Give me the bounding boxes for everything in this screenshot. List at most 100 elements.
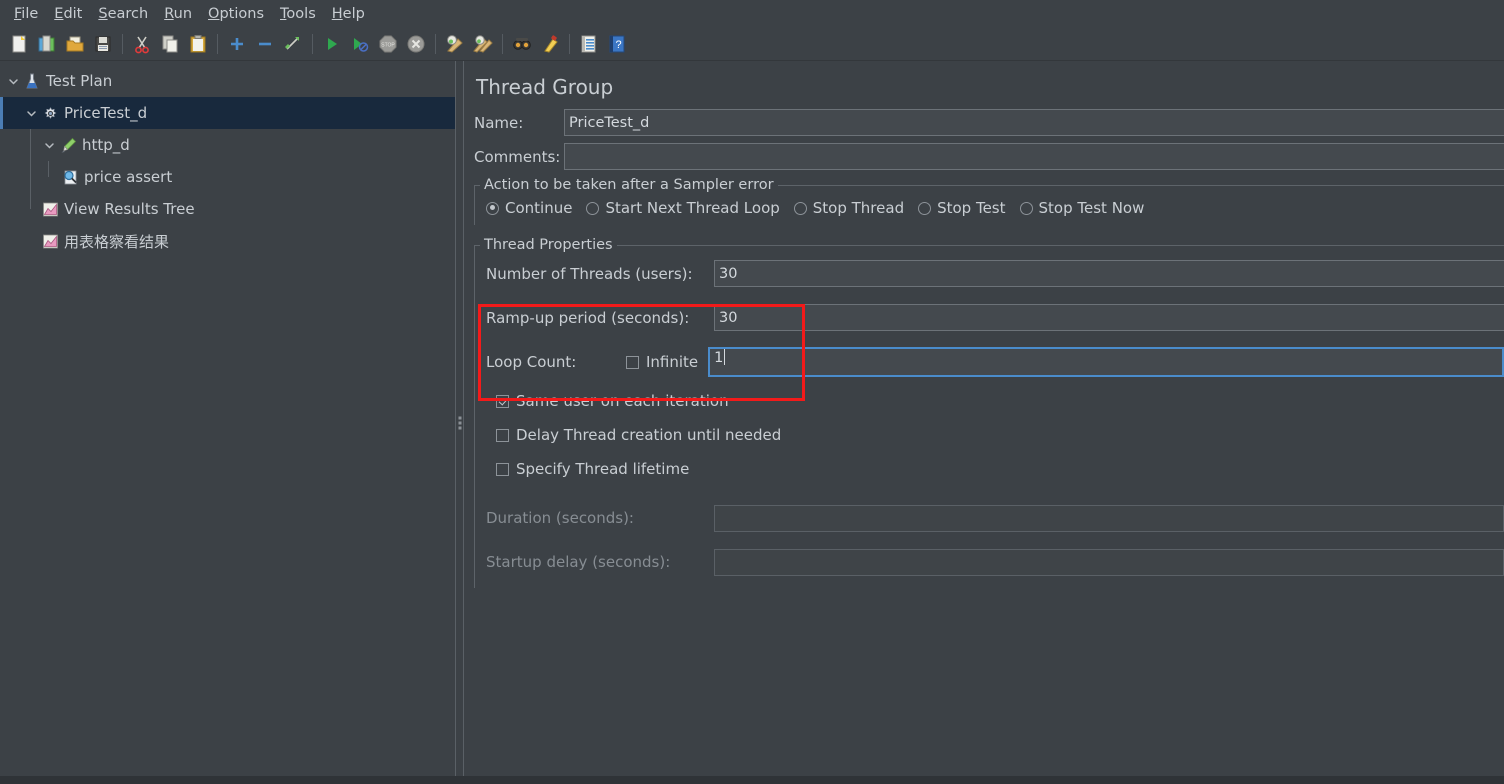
start-icon[interactable] [319, 31, 345, 57]
menu-search-rest: earch [107, 6, 149, 22]
infinite-checkbox[interactable]: Infinite [626, 353, 698, 371]
specify-lifetime-label: Specify Thread lifetime [516, 460, 690, 478]
radio-continue[interactable]: Continue [486, 199, 572, 217]
tree-node-assertion[interactable]: price assert [0, 161, 455, 193]
duration-input[interactable] [714, 504, 1504, 532]
specify-thread-lifetime-checkbox-row[interactable]: Specify Thread lifetime [474, 450, 1504, 484]
toggle-icon[interactable] [280, 31, 306, 57]
loop-count-input[interactable]: 1 [708, 347, 1504, 377]
toolbar-separator [122, 34, 123, 54]
tree-node-label: http_d [82, 136, 130, 154]
number-of-threads-label: Number of Threads (users): [486, 264, 693, 283]
tree-node-view-results-tree[interactable]: View Results Tree [0, 193, 455, 225]
menu-file-rest: ile [21, 6, 39, 22]
menu-options-mnemonic: O [208, 6, 220, 22]
name-input[interactable] [564, 109, 1504, 136]
toolbar: STOP ? [0, 28, 1504, 61]
chevron-down-icon[interactable] [22, 104, 40, 122]
menu-tools[interactable]: Tools [272, 4, 324, 24]
svg-text:?: ? [615, 39, 621, 51]
open-icon[interactable] [62, 31, 88, 57]
ramp-up-period-row: Ramp-up period (seconds): [474, 301, 1504, 334]
tree-guide-line [48, 161, 49, 177]
thread-group-panel: Thread Group Name: Comments: Action to b… [464, 61, 1504, 784]
jmeter-window: File Edit Search Run Options Tools Help [0, 0, 1504, 784]
expand-all-icon[interactable] [224, 31, 250, 57]
radio-stop-test[interactable]: Stop Test [918, 199, 1006, 217]
panel-splitter[interactable] [455, 61, 464, 784]
toolbar-separator [569, 34, 570, 54]
tree-guide-line [30, 193, 31, 209]
ramp-up-period-input[interactable] [714, 304, 1504, 331]
assertion-icon [60, 168, 80, 186]
stop-icon[interactable]: STOP [375, 31, 401, 57]
tree-guide-line [30, 161, 31, 193]
radio-start-next-thread-loop[interactable]: Start Next Thread Loop [586, 199, 780, 217]
menu-file[interactable]: File [6, 4, 46, 24]
menu-run[interactable]: Run [156, 4, 200, 24]
help-icon[interactable]: ? [604, 31, 630, 57]
startup-delay-label: Startup delay (seconds): [486, 553, 671, 571]
tree-node-test-plan[interactable]: Test Plan [0, 65, 455, 97]
radio-stop-thread[interactable]: Stop Thread [793, 199, 904, 217]
delay-thread-label: Delay Thread creation until needed [516, 426, 782, 444]
chevron-down-icon[interactable] [40, 136, 58, 154]
menu-edit[interactable]: Edit [46, 4, 90, 24]
reset-search-icon[interactable] [537, 31, 563, 57]
menu-help[interactable]: Help [324, 4, 373, 24]
menu-search[interactable]: Search [90, 4, 156, 24]
tree-node-label: 用表格察看结果 [64, 232, 170, 251]
collapse-all-icon[interactable] [252, 31, 278, 57]
function-helper-icon[interactable] [576, 31, 602, 57]
menu-edit-rest: dit [63, 6, 83, 22]
menu-options-rest: ptions [219, 6, 265, 22]
tree-node-http-sampler[interactable]: http_d [0, 129, 455, 161]
tree-node-thread-group[interactable]: PriceTest_d [0, 97, 455, 129]
loop-count-value: 1 [714, 350, 724, 366]
comments-input[interactable] [564, 143, 1504, 170]
toolbar-separator [435, 34, 436, 54]
name-label: Name: [474, 113, 524, 132]
duration-label: Duration (seconds): [486, 509, 634, 527]
same-user-label: Same user on each iteration [516, 392, 729, 410]
text-caret [724, 349, 726, 365]
tree-node-label: Test Plan [46, 72, 113, 90]
test-plan-icon [22, 72, 42, 90]
test-plan-tree[interactable]: Test Plan PriceTest_d http_d price asser… [0, 61, 455, 784]
number-of-threads-input[interactable] [714, 260, 1504, 287]
name-row: Name: [464, 109, 1504, 136]
thread-properties-group-title: Thread Properties [480, 237, 617, 253]
radio-icon [918, 201, 932, 215]
radio-stop-test-now[interactable]: Stop Test Now [1019, 199, 1145, 217]
thread-properties-group: Thread Properties Number of Threads (use… [474, 237, 1504, 588]
status-bar [0, 776, 1504, 784]
paste-icon[interactable] [185, 31, 211, 57]
comments-row: Comments: [464, 143, 1504, 170]
clear-icon[interactable] [442, 31, 468, 57]
radio-label: Stop Test Now [1038, 199, 1145, 217]
save-icon[interactable] [90, 31, 116, 57]
checkbox-icon [496, 462, 509, 476]
same-user-checkbox-row[interactable]: Same user on each iteration [474, 382, 1504, 416]
splitter-grip-icon[interactable] [458, 416, 461, 429]
shutdown-icon[interactable] [403, 31, 429, 57]
templates-icon[interactable] [34, 31, 60, 57]
sampler-error-group: Action to be taken after a Sampler error… [474, 177, 1504, 225]
copy-icon[interactable] [157, 31, 183, 57]
new-icon[interactable] [6, 31, 32, 57]
menu-options[interactable]: Options [200, 4, 272, 24]
number-of-threads-row: Number of Threads (users): [474, 257, 1504, 290]
chevron-down-icon[interactable] [4, 72, 22, 90]
group-border-left [474, 245, 475, 588]
tree-node-summary-report[interactable]: 用表格察看结果 [0, 225, 455, 257]
cut-icon[interactable] [129, 31, 155, 57]
duration-row: Duration (seconds): [474, 498, 1504, 538]
clear-all-icon[interactable] [470, 31, 496, 57]
checkbox-icon [496, 428, 509, 442]
menu-help-rest: elp [342, 6, 365, 22]
search-icon[interactable] [509, 31, 535, 57]
group-border-left [474, 185, 475, 225]
startup-delay-input[interactable] [714, 548, 1504, 576]
delay-thread-creation-checkbox-row[interactable]: Delay Thread creation until needed [474, 416, 1504, 450]
start-no-pauses-icon[interactable] [347, 31, 373, 57]
